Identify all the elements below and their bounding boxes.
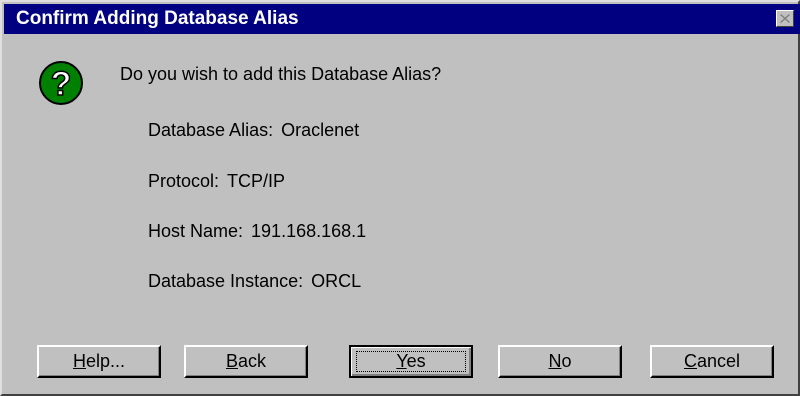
detail-value: Oraclenet [281,120,360,140]
detail-label: Database Alias: [148,120,274,140]
help-label: elp... [85,351,126,371]
detail-value: TCP/IP [227,171,286,191]
detail-label: Protocol: [148,171,220,191]
svg-text:?: ? [51,65,72,103]
cancel-button[interactable]: Cancel [650,345,774,378]
detail-value: 191.168.168.1 [251,221,367,241]
no-button[interactable]: No [498,345,622,378]
back-label: ack [238,351,267,371]
detail-label: Database Instance: [148,271,304,291]
back-accel: B [225,351,238,371]
detail-value: ORCL [311,271,362,291]
close-button[interactable] [776,10,794,27]
detail-host-name: Host Name: 191.168.168.1 [148,220,366,242]
help-button[interactable]: Help... [37,345,161,378]
focus-rectangle [356,351,466,372]
dialog-title: Confirm Adding Database Alias [16,8,299,29]
close-icon [780,14,790,23]
detail-database-instance: Database Instance: ORCL [148,270,361,292]
cancel-accel: C [683,351,697,371]
cancel-label: ancel [696,351,741,371]
detail-label: Host Name: [148,221,244,241]
no-accel: N [548,351,562,371]
confirm-message: Do you wish to add this Database Alias? [120,64,442,84]
title-bar[interactable]: Confirm Adding Database Alias [4,4,800,34]
detail-database-alias: Database Alias: Oraclenet [148,119,359,141]
confirm-dialog: Confirm Adding Database Alias ? Do you w… [0,0,800,396]
help-accel: H [72,351,86,371]
detail-protocol: Protocol: TCP/IP [148,170,285,192]
question-icon: ? [39,61,83,105]
back-button[interactable]: Back [184,345,308,378]
no-label: o [561,351,572,371]
yes-button[interactable]: Yes [349,345,473,378]
